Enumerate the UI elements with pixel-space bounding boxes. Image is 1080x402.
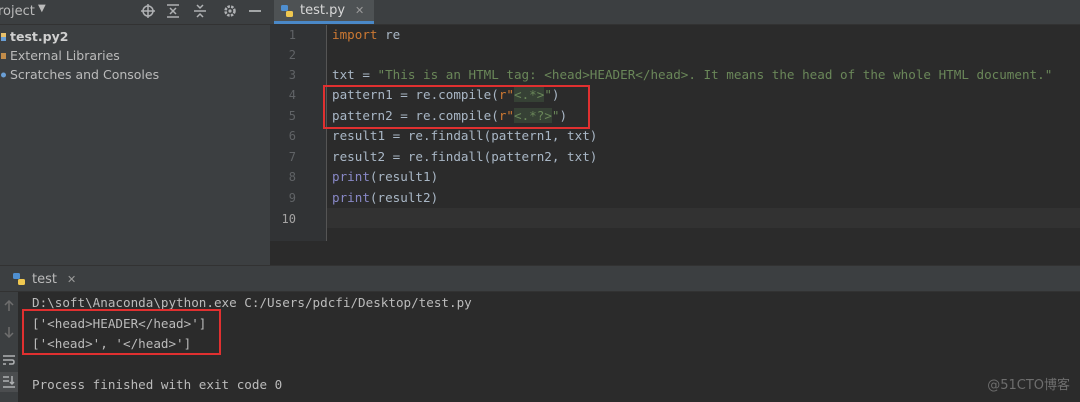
code-line-9: print(result2): [332, 190, 439, 205]
highlight-box-results: [22, 309, 221, 355]
line-number: 3: [288, 68, 296, 82]
run-toolbar: [0, 292, 18, 402]
line-number: 9: [288, 191, 296, 205]
editor-empty-area: [270, 241, 1080, 265]
tree-item-test-py[interactable]: test.py2: [0, 27, 68, 46]
python-file-icon: [13, 273, 25, 285]
project-tree: test.py2 External Libraries Scratches an…: [0, 25, 270, 265]
python-file-icon: [281, 4, 293, 17]
line-number: 2: [288, 48, 296, 62]
collapse-all-icon[interactable]: [191, 2, 209, 20]
scratches-icon: [1, 72, 6, 77]
line-number: 10: [281, 212, 296, 226]
tree-item-label: External Libraries: [10, 48, 120, 63]
current-line-highlight: [327, 208, 1080, 228]
close-icon[interactable]: ✕: [355, 4, 364, 17]
expand-all-icon[interactable]: [164, 2, 182, 20]
highlight-box-patterns: [323, 85, 590, 129]
project-panel-title[interactable]: roject: [0, 4, 35, 19]
line-number: 1: [288, 28, 296, 42]
project-panel-header: roject ▼: [0, 0, 270, 25]
minimize-icon[interactable]: [246, 2, 264, 20]
code-line-8: print(result1): [332, 169, 439, 184]
library-icon: [1, 52, 6, 59]
tree-item-external-libraries[interactable]: External Libraries: [0, 46, 120, 65]
soft-wrap-icon[interactable]: [0, 350, 18, 370]
gear-icon[interactable]: [221, 2, 239, 20]
line-number: 6: [288, 129, 296, 143]
watermark: @51CTO博客: [987, 378, 1070, 393]
run-panel-header: test ✕: [0, 265, 1080, 292]
tab-label: test.py: [300, 3, 346, 18]
tree-item-scratches[interactable]: Scratches and Consoles: [0, 65, 159, 84]
rerun-down-icon[interactable]: [0, 322, 18, 342]
console-exit-line: Process finished with exit code 0: [32, 377, 283, 392]
code-line-6: result1 = re.findall(pattern1, txt): [332, 128, 598, 143]
tree-item-label: test.py2: [10, 29, 69, 44]
tree-item-label: Scratches and Consoles: [10, 67, 160, 82]
code-line-7: result2 = re.findall(pattern2, txt): [332, 149, 598, 164]
code-editor[interactable]: import re txt = "This is an HTML tag: <h…: [327, 25, 1080, 241]
tab-test-py[interactable]: test.py ✕: [274, 0, 375, 24]
line-number: 8: [288, 170, 296, 184]
line-number: 4: [288, 88, 296, 102]
line-number: 7: [288, 150, 296, 164]
rerun-up-icon[interactable]: [0, 296, 18, 316]
locate-icon[interactable]: [139, 2, 157, 20]
line-number-gutter: 1 2 3 4 5 6 7 8 9 10: [270, 25, 327, 241]
code-line-3: txt = "This is an HTML tag: <head>HEADER…: [332, 67, 1053, 82]
run-tab-label: test: [32, 271, 57, 287]
editor-tab-bar: test.py ✕: [270, 0, 1080, 25]
close-icon[interactable]: ✕: [67, 273, 76, 286]
dropdown-arrow-icon[interactable]: ▼: [38, 3, 46, 14]
python-file-icon: [1, 32, 6, 41]
tab-run-test[interactable]: test ✕: [12, 266, 76, 292]
scroll-to-end-icon[interactable]: [0, 372, 18, 392]
line-number: 5: [288, 109, 296, 123]
code-line-1: import re: [332, 27, 401, 42]
